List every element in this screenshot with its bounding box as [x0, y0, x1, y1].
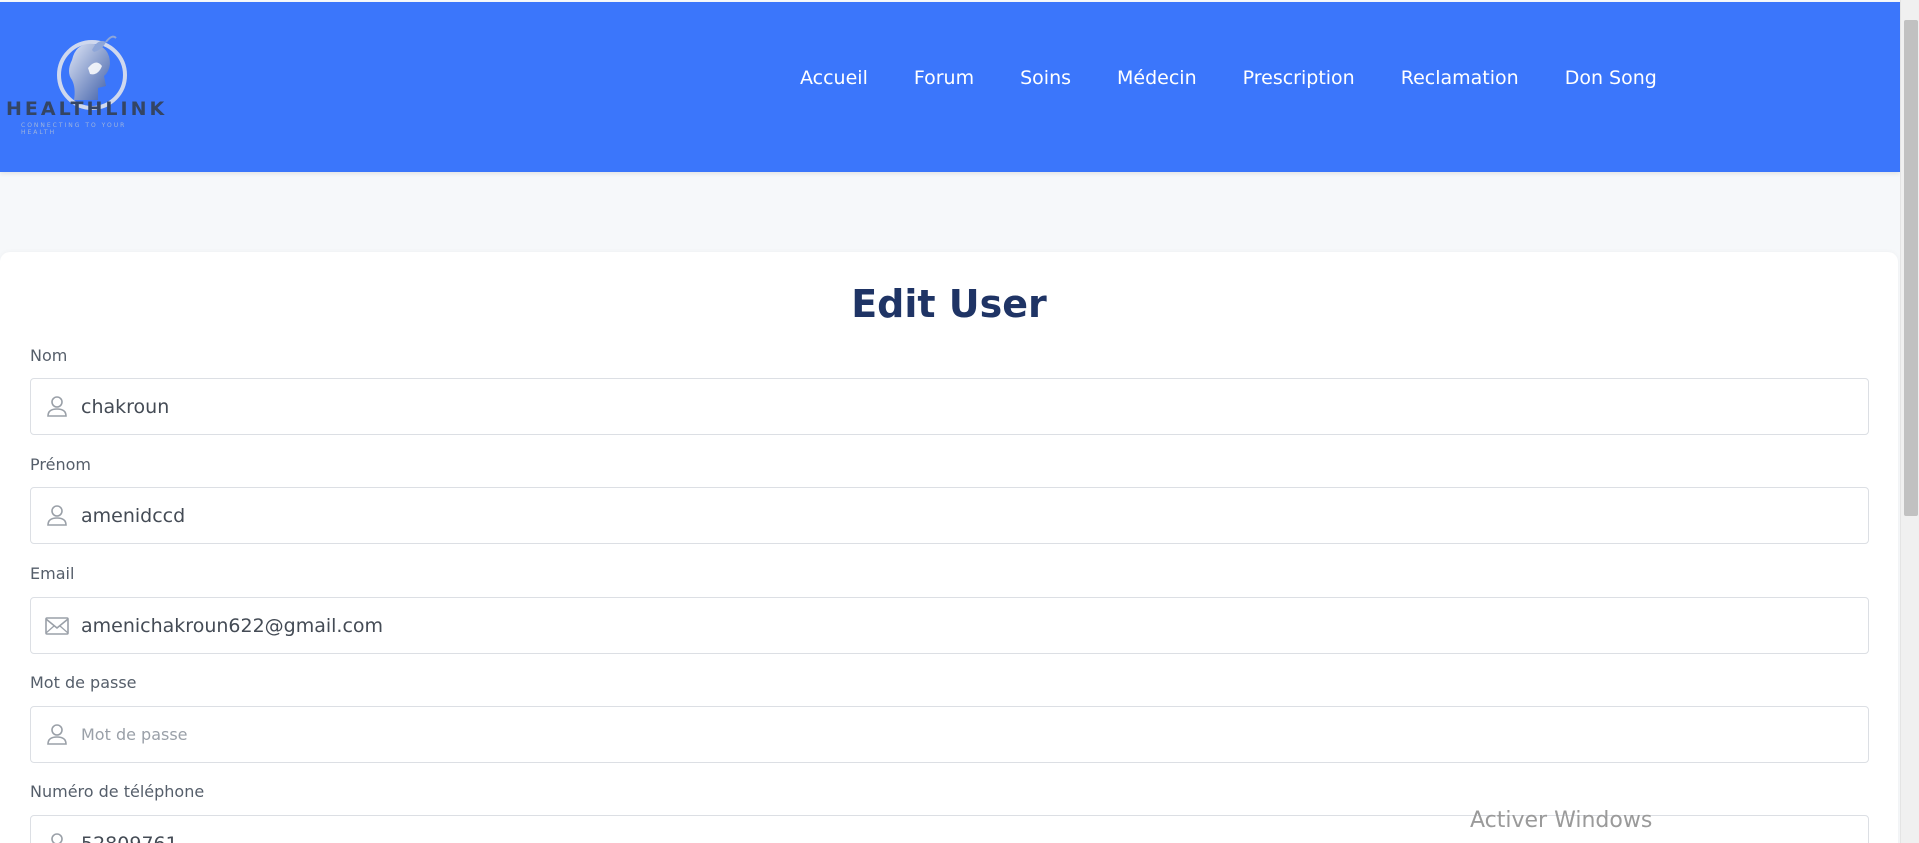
- password-label: Mot de passe: [30, 673, 137, 692]
- nom-field[interactable]: [30, 378, 1869, 435]
- nav-link-soins[interactable]: Soins: [1020, 64, 1071, 92]
- nav-link-prescription[interactable]: Prescription: [1243, 64, 1355, 92]
- email-label: Email: [30, 564, 75, 583]
- user-icon: [51, 833, 63, 843]
- email-input[interactable]: [81, 598, 1851, 653]
- logo-tagline: CONNECTING TO YOUR HEALTH: [21, 122, 127, 136]
- nav-link-forum[interactable]: Forum: [914, 64, 974, 92]
- nav-link-don-song[interactable]: Don Song: [1565, 64, 1657, 92]
- user-icon: [47, 724, 67, 745]
- page: HEALTHLINK CONNECTING TO YOUR HEALTH Acc…: [0, 0, 1919, 843]
- nav-link-medecin[interactable]: Médecin: [1117, 64, 1197, 92]
- envelope-icon: [45, 617, 69, 635]
- nom-input[interactable]: [81, 379, 1851, 434]
- nom-label: Nom: [30, 346, 68, 365]
- nav-link-accueil[interactable]: Accueil: [800, 64, 868, 92]
- nav-link-reclamation[interactable]: Reclamation: [1401, 64, 1519, 92]
- password-input[interactable]: [81, 707, 1851, 762]
- scrollbar-thumb[interactable]: [1904, 20, 1918, 516]
- phone-label: Numéro de téléphone: [30, 782, 205, 801]
- activate-windows-watermark: Activer Windows: [1470, 808, 1653, 833]
- page-scrollbar[interactable]: [1900, 0, 1919, 843]
- prenom-input[interactable]: [81, 488, 1851, 543]
- page-title: Edit User: [851, 282, 1047, 326]
- user-icon: [47, 396, 67, 417]
- main-nav: Accueil Forum Soins Médecin Prescription…: [800, 64, 1703, 92]
- prenom-label: Prénom: [30, 455, 91, 474]
- user-icon: [47, 505, 67, 526]
- email-field[interactable]: [30, 597, 1869, 654]
- password-field[interactable]: [30, 706, 1869, 763]
- prenom-field[interactable]: [30, 487, 1869, 544]
- logo-wordmark: HEALTHLINK: [6, 98, 168, 120]
- top-navbar: HEALTHLINK CONNECTING TO YOUR HEALTH Acc…: [0, 2, 1900, 172]
